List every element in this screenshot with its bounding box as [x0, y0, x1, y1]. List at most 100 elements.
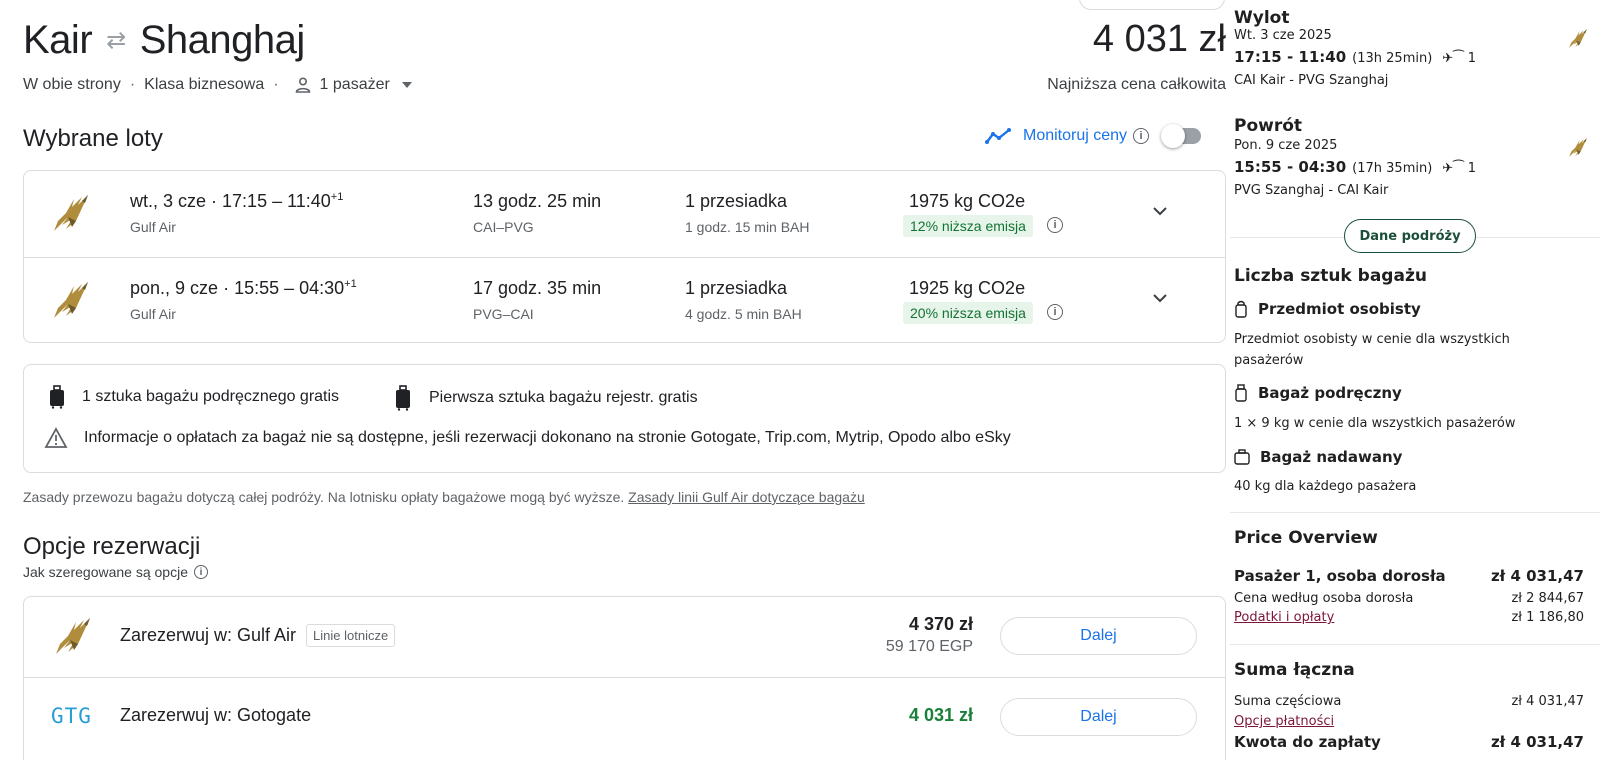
checked-bag-text: 40 kg dla każdego pasażera [1234, 479, 1417, 494]
booking-option-label: Zarezerwuj w: Gulf Air [120, 625, 297, 645]
layover-info: 1 godz. 15 min BAH [685, 219, 810, 235]
person-icon [295, 77, 310, 93]
personal-item-icon [1235, 300, 1247, 318]
track-prices-label: Monitoruj ceny [1023, 127, 1128, 144]
share-button[interactable] [1079, 0, 1225, 10]
emission-badge: 20% niższa emisja [903, 302, 1033, 324]
gulf-air-logo-icon [50, 614, 96, 660]
continue-button[interactable]: Dalej [1000, 617, 1197, 655]
gulf-air-logo-icon [1566, 27, 1590, 51]
total-price: 4 031 zł [1092, 18, 1226, 60]
payment-options-link[interactable]: Opcje płatności [1234, 714, 1334, 729]
flight-duration: 13 godz. 25 min [473, 191, 602, 211]
info-icon[interactable]: i [1133, 128, 1150, 144]
airline-name: Gulf Air [130, 219, 176, 235]
outbound-route: CAI Kair - PVG Szanghaj [1234, 73, 1389, 88]
carry-on-bag-icon [1235, 384, 1247, 402]
subtotal-row: Suma częściowa zł 4 031,47 [1234, 694, 1584, 709]
trip-meta: W obie strony · Klasa biznesowa · 1 pasa… [23, 76, 412, 94]
checked-bag-icon [396, 385, 410, 411]
tax-row: Podatki i opłaty zł 1 186,80 [1234, 610, 1584, 625]
payment-options-row: Opcje płatności [1234, 714, 1584, 729]
flight-row-return[interactable]: pon., 9 cze · 15:55 – 04:30+1 Gulf Air 1… [24, 257, 1225, 343]
booking-alt-price: 59 170 EGP [885, 638, 973, 655]
return-heading: Powrót [1234, 116, 1303, 136]
chevron-down-icon[interactable] [1150, 288, 1170, 308]
checked-bag-heading: Bagaż nadawany [1234, 448, 1402, 466]
flight-route: CAI–PVG [473, 219, 534, 235]
info-icon[interactable]: i [194, 565, 208, 579]
carry-on-text: 1 × 9 kg w cenie dla wszystkich pasażeró… [1234, 416, 1516, 431]
baggage-count-title: Liczba sztuk bagażu [1234, 266, 1427, 286]
baggage-note: Zasady przewozu bagażu dotyczą całej pod… [23, 489, 865, 505]
checked-bag-info: Pierwsza sztuka bagażu rejestr. gratis [393, 385, 698, 411]
trip-details-button[interactable]: Dane podróży [1344, 219, 1476, 253]
airline-name: Gulf Air [130, 306, 176, 322]
track-prices[interactable]: Monitoruj ceny i [985, 127, 1150, 145]
baggage-note-text: Zasady przewozu bagażu dotyczą całej pod… [23, 489, 625, 505]
carry-on-bag-icon [50, 385, 64, 409]
booking-options-title: Opcje rezerwacji [23, 533, 201, 560]
checked-bag-text: Pierwsza sztuka bagażu rejestr. gratis [429, 389, 698, 406]
booking-options-card: Zarezerwuj w: Gulf Air Linie lotnicze 4 … [23, 596, 1226, 760]
main-column: Kair ⇄ Shanghaj 4 031 zł Najniższa cena … [23, 0, 1226, 760]
layover-info: 4 godz. 5 min BAH [685, 306, 802, 322]
outbound-date: Wt. 3 cze 2025 [1234, 28, 1332, 43]
divider [1230, 512, 1600, 513]
ranking-info-label: Jak szeregowane są opcje [23, 564, 188, 580]
track-prices-toggle[interactable] [1161, 124, 1205, 148]
flight-time: wt., 3 cze · 17:15 – 11:40+1 [130, 191, 344, 211]
trend-icon [985, 128, 1011, 144]
baggage-policy-link[interactable]: Zasady linii Gulf Air dotyczące bagażu [628, 489, 865, 505]
warning-icon [44, 427, 68, 448]
co2-value: 1925 kg CO2e [909, 278, 1026, 298]
trip-type: W obie strony [23, 76, 121, 93]
flight-time: pon., 9 cze · 15:55 – 04:30+1 [130, 278, 357, 298]
gotogate-logo: GTG [51, 704, 92, 728]
info-icon[interactable]: i [1047, 217, 1063, 233]
cabin-class: Klasa biznesowa [144, 76, 265, 93]
carry-on-info: 1 sztuka bagażu podręcznego gratis [48, 385, 339, 409]
gulf-air-logo-icon [1566, 136, 1590, 160]
outbound-heading: Wylot [1234, 8, 1290, 28]
booking-option-gulf-air: Zarezerwuj w: Gulf Air Linie lotnicze 4 … [24, 597, 1225, 677]
chevron-down-icon[interactable] [401, 82, 412, 88]
flight-row-outbound[interactable]: wt., 3 cze · 17:15 – 11:40+1 Gulf Air 13… [24, 171, 1225, 257]
booking-option-gotogate: GTG Zarezerwuj w: Gotogate 4 031 zł Dale… [24, 677, 1225, 757]
carry-on-text: 1 sztuka bagażu podręcznego gratis [82, 388, 340, 405]
continue-button[interactable]: Dalej [1000, 698, 1197, 736]
warning-text: Informacje o opłatach za bagaż nie są do… [84, 429, 1011, 446]
amount-due-row: Kwota do zapłaty zł 4 031,47 [1234, 733, 1584, 751]
gulf-air-logo-icon [48, 278, 94, 324]
gulf-air-logo-icon [48, 191, 94, 237]
fare-row: Cena według osoba dorosła zł 2 844,67 [1234, 591, 1584, 606]
carry-on-heading: Bagaż podręczny [1234, 384, 1402, 402]
total-sum-title: Suma łączna [1234, 660, 1355, 680]
airline-tag: Linie lotnicze [306, 624, 396, 647]
booking-price: 4 031 zł [908, 705, 973, 725]
separator-dot: · [273, 76, 279, 93]
booking-option-name: Zarezerwuj w: Gotogate [120, 705, 312, 725]
flight-duration: 17 godz. 35 min [473, 278, 602, 298]
flight-route: PVG–CAI [473, 306, 534, 322]
toggle-knob [1161, 124, 1185, 148]
selected-flights-title: Wybrane loty [23, 125, 163, 152]
chevron-down-icon[interactable] [1150, 201, 1170, 221]
suitcase-icon [1234, 449, 1250, 465]
destination-city: Shanghaj [139, 18, 306, 62]
total-price-caption: Najniższa cena całkowita [1047, 76, 1226, 93]
booking-price: 4 370 zł [908, 614, 973, 634]
passenger-selector[interactable]: 1 pasażer [320, 76, 390, 94]
return-date: Pon. 9 cze 2025 [1234, 138, 1338, 153]
separator-dot: · [129, 76, 136, 93]
baggage-warning: Informacje o opłatach za bagaż nie są do… [44, 427, 1011, 449]
personal-item-text: Przedmiot osobisty w cenie dla wszystkic… [1234, 332, 1510, 368]
ranking-info[interactable]: Jak szeregowane są opcje i [23, 564, 208, 580]
personal-item-heading: Przedmiot osobisty [1234, 300, 1421, 318]
co2-value: 1975 kg CO2e [909, 191, 1026, 211]
flight-stops: 1 przesiadka [685, 191, 788, 211]
info-icon[interactable]: i [1047, 304, 1063, 320]
taxes-fees-link[interactable]: Podatki i opłaty [1234, 610, 1334, 625]
divider [1230, 644, 1600, 645]
trip-summary-panel: Wylot Wt. 3 cze 2025 17:15 - 11:40 (13h 2… [1230, 0, 1600, 760]
